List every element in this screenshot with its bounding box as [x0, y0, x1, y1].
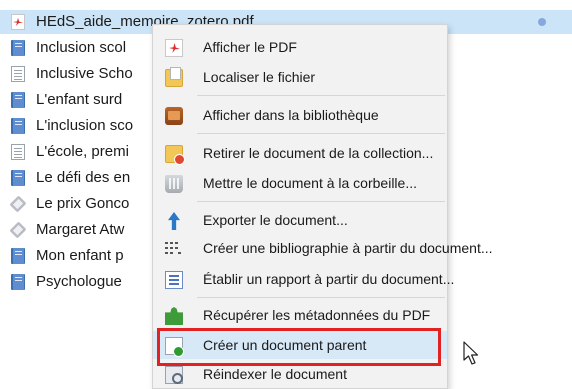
menu-item-view-pdf[interactable]: Afficher le PDF — [153, 33, 447, 61]
menu-item-export[interactable]: Exporter le document... — [153, 206, 447, 234]
menu-item-show-file[interactable]: Localiser le fichier — [153, 63, 447, 91]
menu-item-label: Récupérer les métadonnées du PDF — [203, 307, 431, 323]
book-icon — [11, 274, 25, 290]
item-title: L'école, premi — [36, 143, 129, 160]
menu-item-move-to-trash[interactable]: Mettre le document à la corbeille... — [153, 169, 447, 197]
book-icon — [11, 40, 25, 56]
item-title: Le prix Gonco — [36, 195, 130, 212]
remove-from-collection-icon — [165, 145, 185, 165]
menu-item-label: Afficher dans la bibliothèque — [203, 107, 379, 123]
item-title: L'inclusion sco — [36, 117, 134, 134]
item-title: Inclusion scol — [36, 39, 127, 56]
menu-item-create-bibliography[interactable]: Créer une bibliographie à partir du docu… — [153, 234, 493, 262]
menu-separator — [197, 297, 445, 298]
highlight-box — [157, 328, 441, 366]
puzzle-icon — [165, 307, 183, 325]
bibliography-icon — [165, 240, 183, 258]
menu-separator — [197, 201, 445, 202]
menu-item-show-in-library[interactable]: Afficher dans la bibliothèque — [153, 101, 447, 129]
menu-item-label: Créer une bibliographie à partir du docu… — [203, 240, 493, 256]
mouse-cursor-icon — [463, 341, 479, 365]
document-icon — [11, 66, 25, 82]
menu-item-label: Afficher le PDF — [203, 39, 297, 55]
library-icon — [165, 107, 183, 125]
menu-separator — [197, 133, 445, 134]
menu-item-label: Exporter le document... — [203, 212, 348, 228]
menu-item-label: Mettre le document à la corbeille... — [203, 175, 417, 191]
menu-item-generate-report[interactable]: Établir un rapport à partir du document.… — [153, 265, 454, 293]
menu-item-label: Localiser le fichier — [203, 69, 316, 85]
webpage-icon — [9, 221, 27, 239]
book-icon — [11, 118, 25, 134]
item-title: Inclusive Scho — [36, 65, 133, 82]
menu-item-retrieve-metadata[interactable]: Récupérer les métadonnées du PDF — [153, 301, 447, 329]
pdf-icon — [11, 14, 25, 30]
menu-item-label: Retirer le document de la collection... — [203, 145, 434, 161]
menu-item-label: Établir un rapport à partir du document.… — [203, 271, 455, 287]
report-icon — [165, 271, 183, 289]
export-icon — [165, 212, 183, 230]
item-title: Psychologue — [36, 273, 122, 290]
book-icon — [11, 248, 25, 264]
folder-icon — [165, 67, 183, 87]
book-icon — [11, 92, 25, 108]
book-icon — [11, 170, 25, 186]
item-title: Le défi des en — [36, 169, 131, 186]
reindex-icon — [165, 366, 183, 384]
menu-separator — [197, 95, 445, 96]
item-title: L'enfant surd — [36, 91, 123, 108]
pdf-icon — [165, 39, 183, 57]
item-title: Margaret Atw — [36, 221, 125, 238]
webpage-icon — [9, 195, 27, 213]
item-title: Mon enfant p — [36, 247, 124, 264]
menu-item-label: Réindexer le document — [203, 366, 347, 382]
menu-item-remove-from-collection[interactable]: Retirer le document de la collection... — [153, 139, 447, 167]
trash-icon — [165, 175, 183, 193]
attachment-status-icon — [538, 18, 546, 26]
document-icon — [11, 144, 25, 160]
